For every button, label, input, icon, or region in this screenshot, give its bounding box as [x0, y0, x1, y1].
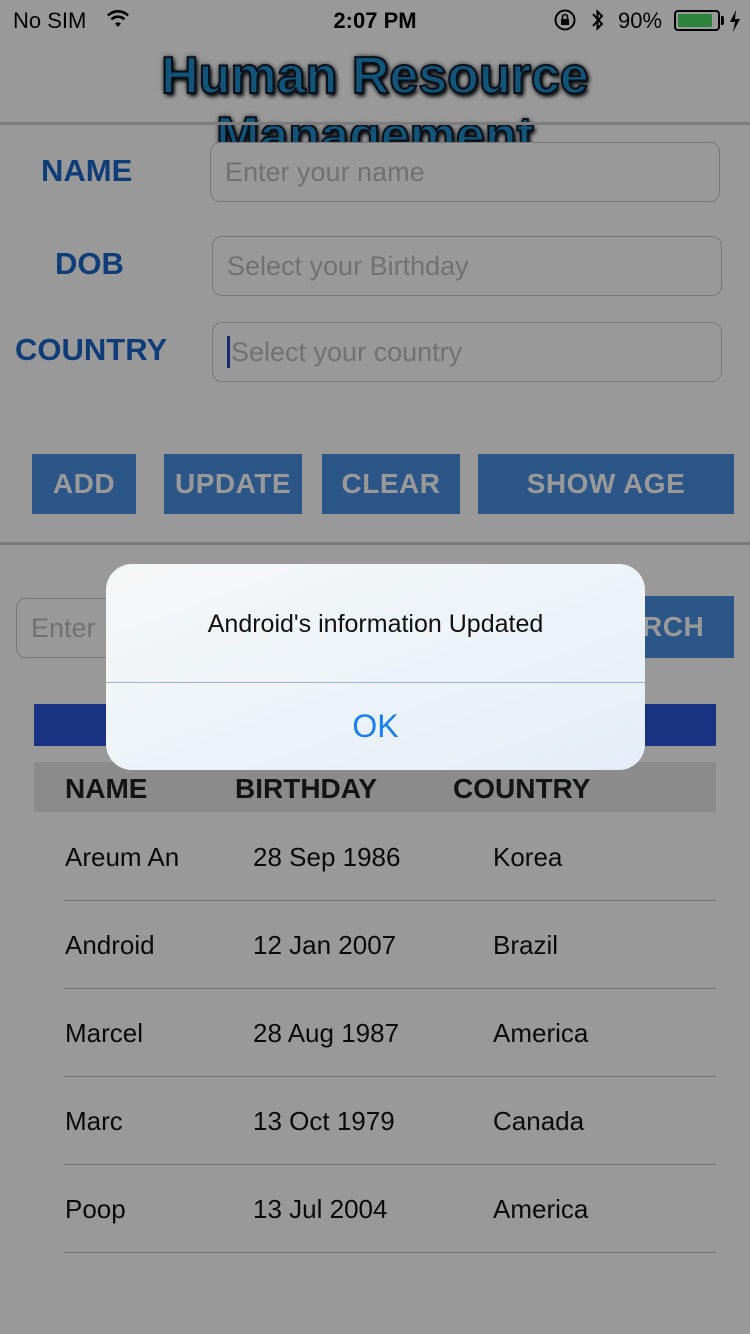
alert-message: Android's information Updated: [207, 610, 544, 638]
alert-ok-button[interactable]: OK: [106, 683, 645, 770]
alert-dialog: Android's information Updated OK: [106, 564, 645, 770]
